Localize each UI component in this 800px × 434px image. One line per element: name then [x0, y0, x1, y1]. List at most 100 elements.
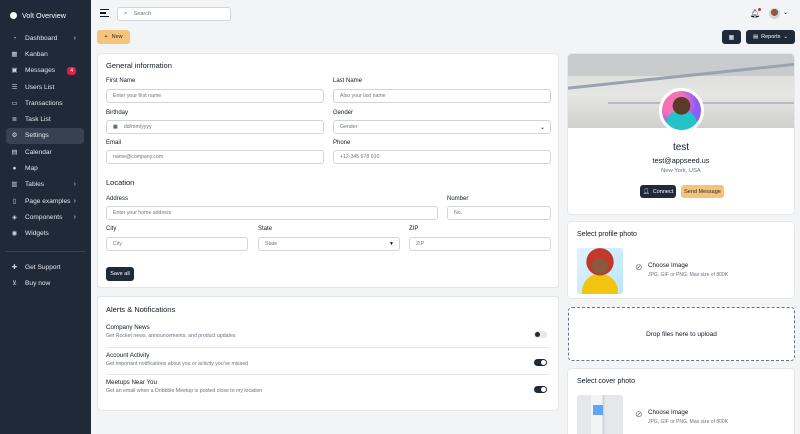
- notification-dot: [758, 8, 762, 11]
- profile-photo-card: Select profile photo ⊘ Choose Image JPG,…: [567, 221, 795, 299]
- brand[interactable]: Volt Overview: [0, 0, 91, 30]
- address-input[interactable]: [106, 206, 438, 220]
- zip-label: ZIP: [409, 226, 419, 232]
- email-field[interactable]: [106, 150, 324, 164]
- profile-location: New York, USA: [661, 168, 701, 174]
- section-title: Select profile photo: [577, 231, 637, 238]
- sidebar-item-task-list[interactable]: ≣ Task List: [0, 111, 84, 127]
- notifications-card: Alerts & Notifications Company News Get …: [97, 296, 559, 411]
- cart-icon: ⊻: [12, 279, 17, 287]
- send-message-label: Send Message: [684, 188, 721, 195]
- sidebar-item-calendar[interactable]: ▤ Calendar: [0, 144, 84, 160]
- section-title: Alerts & Notifications: [106, 305, 176, 314]
- state-value: State: [265, 241, 278, 247]
- file-dropzone[interactable]: Drop files here to upload: [568, 307, 795, 361]
- sidebar-item-tables[interactable]: ▥ Tables ›: [0, 177, 84, 193]
- sidebar-item-label: Settings: [25, 132, 49, 140]
- user-avatar[interactable]: [769, 8, 780, 19]
- sidebar-item-messages[interactable]: ▣ Messages 4: [0, 63, 84, 79]
- phone-label: Phone: [333, 140, 351, 146]
- toggle-knob: [535, 332, 540, 337]
- birthday-input[interactable]: ▦ dd/mm/yyyy: [106, 120, 324, 134]
- puzzle-icon: ◈: [12, 213, 17, 221]
- sidebar-item-label: Messages: [25, 67, 56, 75]
- paperclip-icon[interactable]: ⊘: [635, 409, 643, 420]
- calendar-icon: ▦: [113, 124, 118, 130]
- caret-down-icon: ▼: [389, 241, 394, 247]
- volt-logo-icon: [10, 11, 17, 19]
- file-icon: ▯: [12, 197, 17, 205]
- state-select[interactable]: State ▼: [258, 237, 400, 251]
- sidebar-item-label: Widgets: [25, 230, 49, 238]
- sidebar-item-label: Users List: [25, 83, 55, 91]
- gender-value: Gender: [340, 124, 358, 130]
- gender-select[interactable]: Gender ⌄: [333, 120, 551, 134]
- section-title: Select cover photo: [577, 378, 635, 385]
- sidebar-item-users-list[interactable]: ☰ Users List: [0, 79, 84, 95]
- meetups-toggle[interactable]: [534, 386, 547, 393]
- sidebar-item-settings[interactable]: ⚙ Settings: [6, 127, 84, 145]
- notification-title: Company News: [106, 324, 150, 331]
- sidebar-item-components[interactable]: ◈ Components ›: [0, 209, 84, 225]
- account-activity-toggle[interactable]: [534, 359, 547, 366]
- sidebar-item-kanban[interactable]: ▦ Kanban: [0, 46, 84, 62]
- send-message-button[interactable]: Send Message: [681, 185, 724, 198]
- chevron-down-icon: ⌄: [539, 124, 545, 131]
- profile-name: test: [672, 142, 690, 153]
- calendar-icon: ▤: [11, 148, 18, 156]
- general-information-card: General information First Name Last Name…: [97, 53, 559, 288]
- connect-button[interactable]: 👤︎ Connect: [640, 185, 676, 198]
- divider: [106, 374, 550, 375]
- sidebar-item-label: Components: [25, 213, 63, 221]
- chevron-right-icon: ›: [73, 181, 76, 189]
- reports-button[interactable]: ▤ Reports ⌄: [746, 30, 795, 44]
- sidebar-item-page-examples[interactable]: ▯ Page examples ›: [0, 193, 84, 209]
- sidebar-item-buy-now[interactable]: ⊻ Buy now: [0, 275, 84, 291]
- toggle-knob: [541, 360, 546, 365]
- city-input[interactable]: [106, 237, 248, 251]
- menu-toggle-icon[interactable]: [100, 9, 109, 19]
- sidebar-item-map[interactable]: ● Map: [0, 160, 84, 176]
- dropzone-text: Drop files here to upload: [646, 330, 717, 338]
- profile-email: test@appseed.us: [652, 156, 710, 165]
- choose-image-link[interactable]: Choose Image: [648, 262, 688, 269]
- sidebar-item-label: Buy now: [25, 279, 51, 287]
- toggle-knob: [541, 387, 546, 392]
- sidebar-item-transactions[interactable]: ▭ Transactions: [0, 95, 84, 111]
- grid-icon: ▦: [11, 50, 18, 58]
- search-box[interactable]: ⌕: [117, 7, 231, 21]
- sidebar-item-label: Page examples: [25, 197, 71, 205]
- chevron-down-icon[interactable]: ⌄: [783, 9, 788, 16]
- new-button[interactable]: + New: [97, 30, 130, 44]
- zip-input[interactable]: [409, 237, 551, 251]
- last-name-label: Last Name: [333, 78, 363, 84]
- notification-title: Meetups Near You: [106, 379, 157, 386]
- notification-desc: Get an email when a Dribbble Meetup is p…: [106, 388, 263, 394]
- gender-label: Gender: [333, 110, 354, 116]
- paperclip-icon[interactable]: ⊘: [635, 262, 643, 273]
- chevron-right-icon: ›: [73, 34, 76, 42]
- sidebar-item-widgets[interactable]: ◉ Widgets: [0, 226, 84, 242]
- phone-field[interactable]: [333, 150, 551, 164]
- choose-image-link[interactable]: Choose Image: [648, 409, 688, 416]
- thumbnail-detail: [593, 405, 603, 415]
- search-input[interactable]: [133, 11, 224, 17]
- city-label: City: [106, 226, 117, 232]
- first-name-input[interactable]: [106, 89, 324, 103]
- bell-icon[interactable]: 🔔︎: [750, 8, 762, 18]
- notification-desc: Get Rocket news, announcements, and prod…: [106, 333, 236, 339]
- sidebar-divider: [6, 250, 85, 252]
- save-all-button[interactable]: Save all: [106, 267, 134, 281]
- messages-count-badge: 4: [67, 66, 76, 75]
- sidebar-item-dashboard[interactable]: ◔ Dashboard ›: [0, 30, 84, 46]
- last-name-input[interactable]: [333, 89, 551, 103]
- sidebar-item-label: Dashboard: [25, 34, 58, 42]
- number-input[interactable]: [447, 206, 551, 220]
- location-icon: ●: [12, 165, 17, 173]
- calendar-button[interactable]: ▦: [722, 30, 741, 44]
- file-hint: JPG, GIF or PNG. Max size of 800K: [648, 272, 729, 278]
- clipboard-icon: ▤: [752, 34, 759, 40]
- sidebar-item-get-support[interactable]: ✚ Get Support: [0, 259, 84, 275]
- pie-chart-icon: ◔: [12, 34, 17, 42]
- company-news-toggle[interactable]: [534, 331, 547, 338]
